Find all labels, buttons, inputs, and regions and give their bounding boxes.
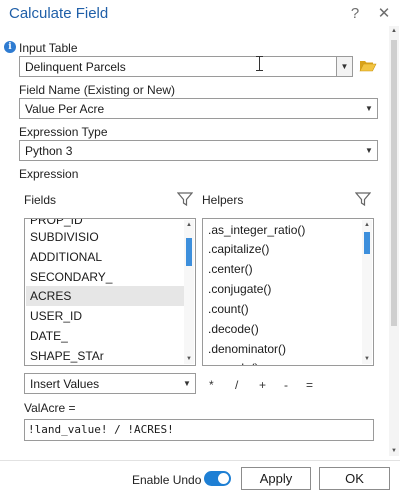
chevron-down-icon[interactable]: ▼ — [361, 141, 377, 160]
operator-equals-button[interactable]: = — [306, 378, 313, 392]
list-item[interactable]: .conjugate() — [204, 279, 362, 299]
field-name-value: Value Per Acre — [25, 102, 105, 116]
scroll-down-icon[interactable]: ▼ — [184, 354, 194, 364]
chevron-down-icon[interactable]: ▼ — [179, 374, 195, 393]
chevron-down-icon[interactable]: ▼ — [336, 57, 352, 76]
helpers-scrollbar[interactable]: ▲ ▼ — [362, 220, 372, 364]
insert-values-label: Insert Values — [30, 377, 100, 391]
operator-subtract-button[interactable]: - — [284, 378, 288, 392]
insert-values-dropdown[interactable]: Insert Values ▼ — [24, 373, 196, 394]
list-item[interactable]: USER_ID — [26, 306, 184, 326]
list-item[interactable]: SHAPE_STAr — [26, 346, 184, 365]
scroll-down-icon[interactable]: ▼ — [389, 446, 399, 456]
list-item[interactable]: .as_integer_ratio() — [204, 220, 362, 240]
input-table-dropdown[interactable]: Delinquent Parcels ▼ — [19, 56, 353, 77]
helpers-label: Helpers — [202, 193, 244, 207]
help-button[interactable]: ? — [347, 6, 363, 22]
list-item[interactable]: ADDITIONAL — [26, 247, 184, 267]
scroll-down-icon[interactable]: ▼ — [362, 354, 372, 364]
scroll-thumb[interactable] — [391, 40, 397, 326]
field-name-dropdown[interactable]: Value Per Acre ▼ — [19, 98, 378, 119]
filter-icon[interactable] — [176, 191, 194, 207]
close-button[interactable]: ✕ — [376, 6, 392, 22]
filter-icon[interactable] — [354, 191, 372, 207]
operator-multiply-button[interactable]: * — [209, 378, 214, 392]
list-item[interactable]: SECONDARY_ — [26, 267, 184, 287]
ok-button[interactable]: OK — [319, 467, 390, 490]
scroll-thumb[interactable] — [186, 238, 192, 266]
folder-icon[interactable] — [359, 58, 377, 73]
list-item[interactable]: DATE_ — [26, 326, 184, 346]
expression-type-label: Expression Type — [19, 125, 108, 139]
list-item[interactable]: .denominator() — [204, 339, 362, 359]
fields-scrollbar[interactable]: ▲ ▼ — [184, 220, 194, 364]
chevron-down-icon[interactable]: ▼ — [361, 99, 377, 118]
helpers-list[interactable]: .as_integer_ratio() .capitalize() .cente… — [202, 218, 374, 366]
footer-divider — [0, 460, 400, 461]
list-item[interactable]: .count() — [204, 299, 362, 319]
list-item[interactable]: .encode() — [204, 358, 362, 365]
code-label: ValAcre = — [24, 401, 76, 415]
input-table-value: Delinquent Parcels — [25, 60, 126, 74]
apply-button[interactable]: Apply — [241, 467, 311, 490]
fields-list[interactable]: PROP_ID SUBDIVISIO ADDITIONAL SECONDARY_… — [24, 218, 196, 366]
dialog-title: Calculate Field — [9, 5, 109, 22]
expression-type-dropdown[interactable]: Python 3 ▼ — [19, 140, 378, 161]
list-item[interactable]: .capitalize() — [204, 239, 362, 259]
fields-label: Fields — [24, 193, 57, 207]
enable-undo-label: Enable Undo — [132, 473, 202, 487]
scroll-up-icon[interactable]: ▲ — [184, 220, 194, 230]
scroll-up-icon[interactable]: ▲ — [389, 26, 399, 36]
field-name-label: Field Name (Existing or New) — [19, 83, 176, 97]
list-item-selected[interactable]: ACRES — [26, 286, 184, 306]
scroll-thumb[interactable] — [364, 232, 370, 254]
toggle-knob — [218, 473, 229, 484]
operator-add-button[interactable]: + — [259, 378, 266, 392]
expression-label: Expression — [19, 167, 79, 181]
expression-code-editor[interactable]: !land_value! / !ACRES! — [24, 419, 374, 441]
dialog-scrollbar[interactable]: ▲ ▼ — [389, 26, 399, 456]
list-item[interactable]: SUBDIVISIO — [26, 227, 184, 247]
scroll-up-icon[interactable]: ▲ — [362, 220, 372, 230]
list-item[interactable]: .decode() — [204, 319, 362, 339]
expression-type-value: Python 3 — [25, 144, 73, 158]
input-table-label: Input Table — [19, 41, 78, 55]
operator-divide-button[interactable]: / — [235, 378, 238, 392]
text-cursor-icon — [256, 56, 263, 71]
list-item[interactable]: .center() — [204, 259, 362, 279]
enable-undo-toggle[interactable] — [204, 471, 231, 486]
info-icon[interactable]: i — [4, 41, 16, 53]
